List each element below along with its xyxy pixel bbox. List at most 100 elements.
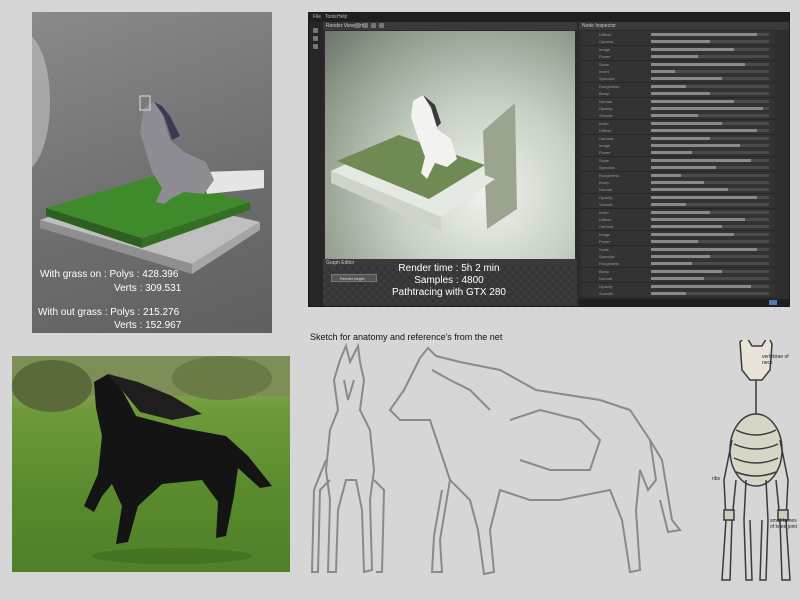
inspector-row-label: Diffuse bbox=[599, 217, 612, 222]
inspector-row-label: Roughness bbox=[599, 261, 620, 267]
inspector-row-label: Normal bbox=[599, 187, 612, 193]
inspector-row-slider-fill bbox=[651, 158, 751, 162]
inspector-row-slider[interactable] bbox=[651, 84, 769, 88]
inspector-row-slider[interactable] bbox=[651, 277, 769, 281]
inspector-row-slider[interactable] bbox=[651, 129, 769, 133]
black-horse bbox=[84, 374, 272, 544]
inspector-row-slider[interactable] bbox=[651, 144, 769, 147]
move-tool-icon[interactable] bbox=[313, 36, 318, 41]
inspector-row-slider[interactable] bbox=[651, 151, 769, 155]
reference-photo bbox=[12, 356, 290, 572]
inspector-row-slider[interactable] bbox=[651, 225, 769, 229]
inspector-row-slider-fill bbox=[651, 255, 710, 258]
inspector-row-slider-fill bbox=[651, 292, 686, 295]
inspector-row-slider[interactable] bbox=[651, 99, 769, 103]
inspector-row-slider[interactable] bbox=[651, 284, 769, 288]
inspector-row-slider-fill bbox=[651, 77, 722, 81]
with-grass-polys: With grass on : Polys : 428.396 bbox=[40, 269, 179, 280]
inspector-row-label: Bump bbox=[599, 180, 610, 185]
inspector-row-slider-fill bbox=[651, 284, 751, 288]
inspector-row-label: Smooth bbox=[599, 291, 613, 296]
inspector-row-slider[interactable] bbox=[651, 70, 769, 73]
inspector-row-slider[interactable] bbox=[651, 40, 769, 44]
without-grass-verts: Verts : 152.967 bbox=[114, 320, 182, 331]
inspector-row-slider-fill bbox=[651, 55, 698, 59]
inspector-row-slider[interactable] bbox=[651, 262, 769, 266]
select-tool-icon[interactable] bbox=[313, 28, 318, 33]
inspector-row-slider-fill bbox=[651, 232, 734, 236]
inspector-row-label: Gamma bbox=[599, 39, 614, 45]
inspector-row-slider[interactable] bbox=[651, 114, 769, 118]
inspector-row-slider[interactable] bbox=[651, 210, 769, 214]
rotate-tool-icon[interactable] bbox=[313, 44, 318, 49]
inspector-row-slider[interactable] bbox=[651, 166, 769, 170]
inspector-row-slider[interactable] bbox=[651, 33, 769, 36]
menu-tools[interactable]: Tools bbox=[325, 13, 337, 22]
inspector-row-slider[interactable] bbox=[651, 195, 769, 199]
inspector-row-slider-fill bbox=[651, 40, 710, 44]
inspector-row-label: Normal bbox=[599, 98, 612, 104]
inspector-row-slider-fill bbox=[651, 203, 686, 207]
render-pathtracing: Pathtracing with GTX 280 bbox=[392, 287, 506, 298]
render-scene bbox=[331, 95, 517, 231]
inspector-row-slider[interactable] bbox=[651, 173, 769, 177]
with-grass-verts: Verts : 309.531 bbox=[114, 283, 182, 294]
label-ribs: ribs bbox=[712, 476, 721, 482]
inspector-row-label: Invert bbox=[599, 69, 610, 74]
render-stop-icon[interactable] bbox=[363, 23, 368, 28]
inspector-row-slider-fill bbox=[651, 225, 722, 229]
inspector-row-slider[interactable] bbox=[651, 218, 769, 221]
inspector-row-slider[interactable] bbox=[651, 188, 769, 192]
inspector-row-slider[interactable] bbox=[651, 47, 769, 51]
inspector-row-label: Index bbox=[599, 209, 609, 215]
node-inspector-header: Node Inspector bbox=[579, 22, 789, 30]
label-small-bones: small bones of knee joint bbox=[770, 518, 797, 530]
inspector-row-slider[interactable] bbox=[651, 77, 769, 81]
modeling-viewport: With grass on : Polys : 428.396 Verts : … bbox=[32, 12, 272, 333]
inspector-row-slider-fill bbox=[651, 62, 745, 66]
render-time: Render time : 5h 2 min bbox=[398, 263, 500, 274]
inspector-row-slider[interactable] bbox=[651, 107, 769, 110]
menu-help[interactable]: Help bbox=[337, 13, 347, 22]
inspector-row-slider-fill bbox=[651, 240, 698, 244]
inspector-row-slider[interactable] bbox=[651, 240, 769, 244]
render-play-icon[interactable] bbox=[355, 23, 360, 28]
inspector-row-label: Normal bbox=[599, 276, 612, 282]
inspector-row-slider-fill bbox=[651, 181, 704, 184]
inspector-row-slider-fill bbox=[651, 70, 675, 73]
inspector-row-slider[interactable] bbox=[651, 203, 769, 207]
inspector-row-slider[interactable] bbox=[651, 292, 769, 295]
inspector-row-slider[interactable] bbox=[651, 269, 769, 273]
inspector-row-slider[interactable] bbox=[651, 136, 769, 140]
inspector-row-label: Image bbox=[599, 231, 611, 237]
inspector-row-slider-fill bbox=[651, 136, 710, 140]
inspector-row-label: Specular bbox=[599, 165, 615, 171]
status-indicator bbox=[769, 300, 777, 305]
tree-left bbox=[12, 360, 92, 412]
horse-shadow bbox=[92, 548, 252, 564]
inspector-row-slider-fill bbox=[651, 247, 757, 251]
inspector-row-slider[interactable] bbox=[651, 55, 769, 59]
inspector-row-slider-fill bbox=[651, 47, 734, 51]
inspector-row-slider[interactable] bbox=[651, 121, 769, 125]
inspector-row[interactable]: Smooth bbox=[581, 290, 775, 298]
camera-icon[interactable] bbox=[379, 23, 384, 28]
render-pause-icon[interactable] bbox=[371, 23, 376, 28]
menu-file[interactable]: File bbox=[313, 13, 321, 22]
inspector-row-slider[interactable] bbox=[651, 247, 769, 251]
inspector-row-label: Power bbox=[599, 150, 611, 156]
front-view-sketch bbox=[310, 342, 386, 574]
inspector-row-slider-fill bbox=[651, 173, 681, 177]
inspector-row-slider[interactable] bbox=[651, 158, 769, 162]
inspector-row-slider[interactable] bbox=[651, 62, 769, 66]
node-inspector-title: Node Inspector bbox=[582, 23, 616, 29]
inspector-row-slider[interactable] bbox=[651, 92, 769, 96]
inspector-row-slider-fill bbox=[651, 33, 757, 36]
inspector-row-slider[interactable] bbox=[651, 181, 769, 184]
inspector-row-label: Power bbox=[599, 54, 611, 60]
inspector-row-label: Image bbox=[599, 46, 611, 52]
inspector-row-slider[interactable] bbox=[651, 255, 769, 258]
inspector-row-slider[interactable] bbox=[651, 232, 769, 236]
inspector-row-label: Specular bbox=[599, 76, 615, 82]
tool-strip bbox=[309, 22, 323, 306]
